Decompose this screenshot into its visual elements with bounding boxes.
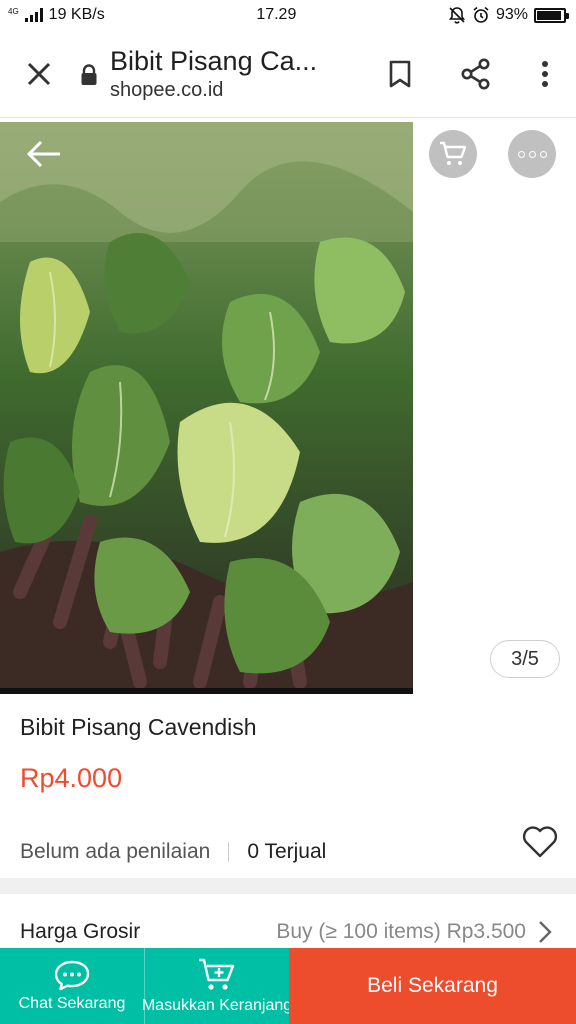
add-to-cart-label: Masukkan Keranjang (141, 997, 293, 1014)
battery-icon (534, 7, 569, 23)
signal-icon (24, 8, 43, 22)
bottom-action-bar: Chat Sekarang Masukkan Keranjang Beli Se… (0, 948, 576, 1024)
lock-icon (78, 55, 100, 95)
product-photo[interactable] (0, 122, 413, 694)
battery-percent: 93% (495, 6, 528, 23)
wishlist-button[interactable] (518, 820, 562, 864)
chat-icon (54, 960, 90, 991)
share-icon (461, 58, 490, 89)
back-arrow-icon (26, 140, 60, 168)
mute-bell-icon (448, 7, 466, 24)
close-button[interactable] (0, 30, 78, 118)
section-divider (0, 878, 576, 894)
image-pager: 3/5 (490, 640, 560, 678)
add-cart-icon (199, 958, 235, 990)
cart-button[interactable] (429, 130, 477, 178)
back-button[interactable] (16, 132, 72, 176)
network-speed: 19 KB/s (48, 6, 105, 23)
bookmark-icon (389, 60, 411, 87)
battery-level (537, 10, 562, 20)
share-button[interactable] (438, 30, 514, 118)
buy-now-label: Beli Sekarang (367, 974, 498, 997)
network-type: 4G (8, 7, 19, 16)
product-name: Bibit Pisang Cavendish (20, 714, 257, 740)
page-info: Bibit Pisang Ca... shopee.co.id (110, 46, 317, 102)
chat-label: Chat Sekarang (18, 995, 126, 1012)
status-left: 4G 19 KB/s (8, 6, 105, 24)
rating-row: Belum ada penilaian 0 Terjual (20, 834, 566, 870)
heart-icon (522, 826, 558, 858)
chat-button[interactable]: Chat Sekarang (0, 948, 144, 1024)
page-url: shopee.co.id (110, 78, 224, 101)
buy-now-button[interactable]: Beli Sekarang (289, 948, 576, 1024)
more-options-button[interactable] (508, 130, 556, 178)
product-gallery[interactable]: 3/5 (0, 118, 576, 696)
menu-button[interactable] (514, 30, 576, 118)
divider (228, 842, 230, 862)
close-icon (27, 62, 51, 85)
chevron-right-icon (538, 920, 556, 944)
add-to-cart-button[interactable]: Masukkan Keranjang (141, 948, 293, 1024)
bookmark-button[interactable] (362, 30, 438, 118)
cart-icon (440, 141, 467, 165)
more-vertical-icon (542, 60, 548, 87)
clock: 17.29 (256, 6, 297, 23)
status-bar: 4G 19 KB/s 17.29 93% (0, 0, 576, 30)
wholesale-label: Harga Grosir (20, 920, 141, 943)
rating-text: Belum ada penilaian (20, 840, 211, 863)
address-area[interactable]: Bibit Pisang Ca... shopee.co.id (78, 46, 362, 102)
page-title: Bibit Pisang Ca... (110, 45, 318, 76)
wholesale-value: Buy (≥ 100 items) Rp3.500 (276, 920, 526, 943)
status-right: 93% (448, 6, 569, 24)
product-price: Rp4.000 (20, 763, 123, 793)
more-horizontal-icon (517, 150, 547, 158)
browser-toolbar: Bibit Pisang Ca... shopee.co.id (0, 30, 576, 118)
alarm-icon (473, 6, 489, 23)
sold-count: 0 Terjual (247, 840, 327, 863)
